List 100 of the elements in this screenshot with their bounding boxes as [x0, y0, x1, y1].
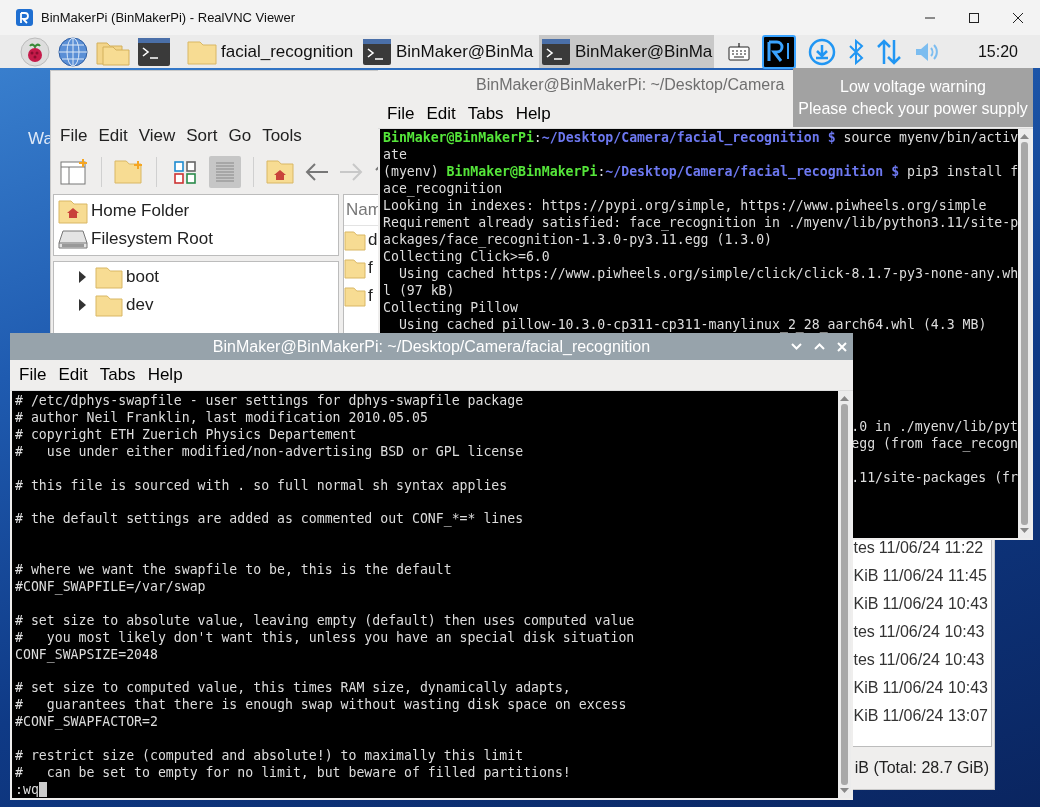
close-icon[interactable]	[1013, 12, 1023, 23]
menu-item[interactable]: File	[16, 365, 56, 385]
title-bar: BinMaker@BinMakerPi: ~/Desktop/Camera/facial_recognition	[10, 333, 853, 360]
file-size: tes	[853, 623, 875, 641]
terminal-line: # copyright ETH Zuerich Physics Departement	[15, 426, 358, 443]
terminal-line: # restrict size (computed and absolute!) to maximally this limit	[15, 747, 525, 765]
taskbar-button[interactable]: BinMaker@BinMa	[360, 35, 535, 68]
vnc-logo-icon[interactable]	[762, 35, 796, 69]
terminal-line: # set size to computed value, this times RAM size, dynamically adapts,	[15, 679, 572, 697]
file-name[interactable]: d	[368, 230, 378, 250]
file-size: tes	[853, 539, 875, 557]
terminal-line: # author Neil Franklin, last modification 2010.05.05	[15, 409, 429, 426]
terminal-line: .11/site-packages (fr	[851, 469, 1018, 486]
tree-item[interactable]: dev	[126, 295, 154, 315]
new-folder-icon[interactable]	[114, 158, 144, 186]
terminal-line: (myenv) BinMaker@BinMakerPi:~/Desktop/Camera/facial_recognition $ pip3 install f	[383, 163, 1018, 180]
menu-item[interactable]: Go	[226, 126, 261, 146]
terminal-icon	[137, 36, 171, 67]
terminal-line: # /etc/dphys-swapfile - user settings for dphys-swapfile package	[15, 392, 525, 409]
globe-icon[interactable]	[57, 35, 89, 68]
tree-item[interactable]: boot	[126, 267, 160, 287]
folder-icon	[95, 293, 123, 317]
maximize-icon[interactable]	[969, 12, 979, 23]
file-date: 11/06/24 10:43	[878, 623, 985, 641]
folder-icon	[187, 38, 217, 65]
scroll-down-arrow-icon[interactable]	[1020, 528, 1029, 534]
app-logo-icon	[16, 9, 33, 26]
file-date: 11/06/24 10:43	[882, 595, 988, 613]
place-item[interactable]: Filesystem Root	[91, 229, 213, 249]
terminal-line: # use under either modified/non-advertising BSD or GPL license	[15, 443, 525, 460]
folder-icon	[344, 257, 366, 279]
terminal-line: ate	[383, 146, 408, 163]
terminal-line: Collecting Click>=6.0	[383, 248, 551, 265]
home-folder-icon[interactable]	[266, 158, 296, 186]
folder-icon	[95, 265, 123, 289]
network-arrows-icon[interactable]	[876, 37, 902, 66]
menu-item[interactable]: Help	[512, 104, 560, 124]
file-name[interactable]: f	[368, 258, 373, 278]
collapsed-arrow-icon[interactable]	[78, 299, 87, 311]
terminal-line: # guarantees that there is enough swap without wasting disk space on excess	[15, 696, 628, 714]
collapsed-arrow-icon[interactable]	[78, 271, 87, 283]
menu-item[interactable]: Help	[144, 365, 192, 385]
menu-item[interactable]: Tabs	[464, 104, 513, 124]
chevron-down-icon[interactable]	[791, 343, 802, 350]
terminal-line: # where we want the swapfile to be, this is the default	[15, 560, 453, 578]
scroll-down-arrow-icon[interactable]	[840, 788, 849, 794]
terminal-line: # the default settings are added as commented out CONF_*=* lines	[15, 510, 525, 528]
menu-item[interactable]: Edit	[423, 104, 465, 124]
menu-item[interactable]: Tools	[260, 126, 311, 146]
scroll-up-arrow-icon[interactable]	[1020, 133, 1029, 139]
chevron-up-icon[interactable]	[814, 343, 825, 350]
taskbar-button[interactable]: BinMaker@BinMa	[539, 35, 714, 68]
file-date: 11/06/24 11:22	[878, 539, 984, 557]
terminal-line: ackages/face_recognition-1.3.0-py3.11.egg (1.3.0)	[383, 231, 774, 248]
volume-icon[interactable]	[914, 40, 940, 63]
terminal-line: :wq	[15, 781, 838, 799]
menu-item[interactable]: Sort	[184, 126, 227, 146]
terminal-line: # you most likely don't want this, unless you have an special disk situation	[15, 628, 636, 646]
window-title: BinMakerPi (BinMakerPi) - RealVNC Viewer	[41, 10, 297, 25]
notification-text: Please check your power supply	[798, 98, 1028, 119]
place-item[interactable]: Home Folder	[91, 201, 190, 221]
terminal-icon	[541, 37, 571, 66]
folder-icon	[344, 229, 366, 251]
notification-text: Low voltage warning	[840, 76, 986, 97]
raspberry-logo-icon[interactable]	[20, 36, 50, 67]
file-size: KiB	[853, 679, 879, 697]
menu-item[interactable]: Edit	[55, 365, 97, 385]
menu-item[interactable]: Edit	[96, 126, 137, 146]
download-icon[interactable]	[808, 37, 836, 66]
terminal-line: Requirement already satisfied: face_recognition in ./myenv/lib/python3.11/site-p	[383, 214, 1018, 231]
terminal-line: # this file is sourced with . so full normal sh syntax applies	[15, 476, 509, 494]
terminal-line: Using cached https://www.piwheels.org/simple/click/click-8.1.7-py3-none-any.wh	[397, 265, 1018, 282]
file-size: tes	[853, 651, 875, 669]
drive-icon	[58, 227, 88, 251]
terminal-line: #CONF_SWAPFILE=/var/swap	[15, 577, 207, 595]
keyboard-icon[interactable]	[728, 41, 750, 62]
taskbar-button[interactable]: facial_recognition	[181, 35, 356, 68]
menu-item[interactable]: File	[384, 104, 424, 124]
file-size: KiB	[853, 707, 879, 725]
terminal-line: BinMaker@BinMakerPi:~/Desktop/Camera/facial_recognition $ source myenv/bin/activ	[383, 129, 1018, 146]
scroll-up-arrow-icon[interactable]	[840, 395, 849, 401]
file-name[interactable]: f	[368, 286, 373, 306]
terminal-line: l (97 kB)	[383, 282, 456, 299]
scrollbar[interactable]	[1018, 129, 1031, 538]
menu-item[interactable]: File	[58, 126, 97, 146]
scrollbar[interactable]	[838, 391, 851, 798]
terminal-line: CONF_SWAPSIZE=2048	[15, 645, 159, 663]
terminal-line: # can be set to empty for no limit, but beware of filled partitions!	[15, 764, 572, 782]
terminal-line: # set size to absolute value, leaving empty (default) then uses computed value	[15, 611, 636, 629]
terminal-line: .0 in ./myenv/lib/pyt	[851, 418, 1018, 435]
terminal-line: ace_recognition	[383, 180, 504, 197]
file-date: 11/06/24 11:45	[882, 567, 987, 585]
file-date: 11/06/24 10:43	[878, 651, 985, 669]
menu-item[interactable]: Tabs	[96, 365, 145, 385]
bluetooth-icon[interactable]	[848, 38, 864, 65]
terminal-line: #CONF_SWAPFACTOR=2	[15, 713, 159, 731]
menu-item[interactable]: View	[136, 126, 185, 146]
file-size: KiB	[853, 595, 879, 613]
file-date: 11/06/24 13:07	[882, 707, 988, 725]
new-window-icon[interactable]	[59, 158, 89, 186]
